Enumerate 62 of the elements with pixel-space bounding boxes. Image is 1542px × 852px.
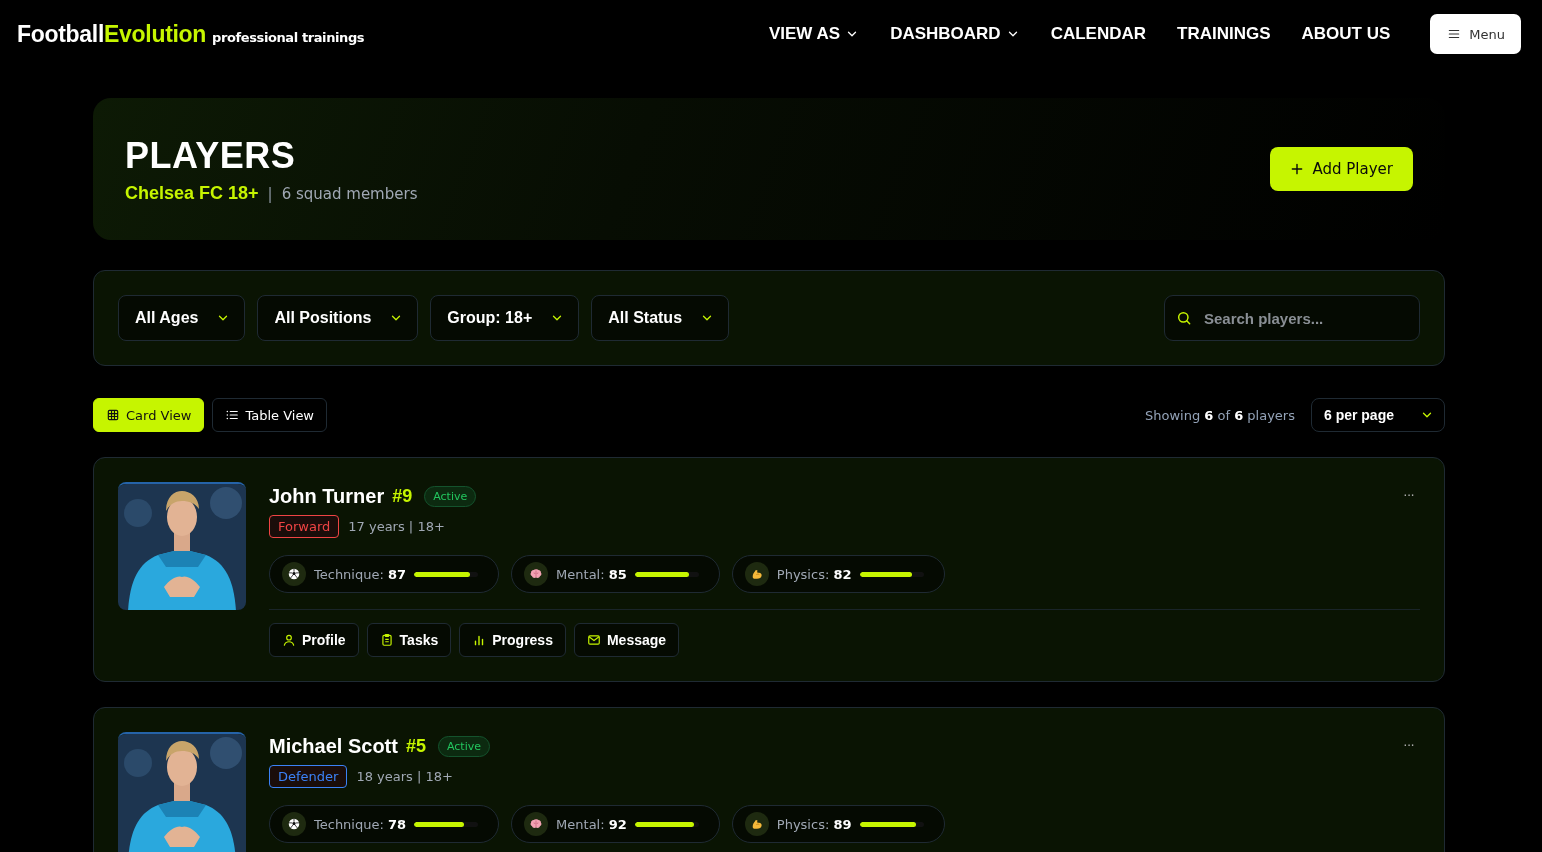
stat-label: Mental: 92 (556, 816, 627, 832)
player-name: John Turner (269, 484, 385, 508)
view-toggle[interactable]: Table View (212, 398, 327, 432)
filter-dropdown[interactable]: Group: 18+ (430, 295, 580, 341)
filter-dropdown[interactable]: All Positions (257, 295, 419, 341)
more-button[interactable]: ··· (1403, 736, 1414, 752)
search-field[interactable]: Search players... (1164, 295, 1420, 341)
more-button[interactable]: ··· (1403, 486, 1414, 502)
stat-bar (414, 571, 479, 577)
filter-dropdown[interactable]: All Ages (118, 295, 246, 341)
menu-button[interactable]: Menu (1430, 14, 1521, 54)
position-tag: Defender (269, 765, 348, 788)
soccer-ball-icon (287, 817, 301, 831)
action-button[interactable]: Message (573, 623, 680, 657)
stat-label: Technique: 78 (314, 816, 407, 832)
nav-link[interactable]: VIEW AS (768, 24, 860, 44)
add-player-button[interactable]: Add Player (1269, 147, 1413, 191)
status-badge: Active (437, 735, 490, 757)
logo-text[interactable]: FootballEvolution (17, 20, 207, 48)
action-button[interactable]: Progress (459, 623, 566, 657)
view-toggle[interactable]: Card View (93, 398, 205, 432)
brain-icon (529, 817, 544, 831)
stat-label: Technique: 87 (314, 566, 407, 582)
filter-dropdown[interactable]: All Status (591, 295, 730, 341)
result-count: Showing 6 of 6 players (1145, 407, 1295, 423)
separator: | (267, 184, 273, 203)
member-count: 6 squad members (281, 184, 418, 203)
jersey-number: #9 (392, 485, 413, 507)
brain-icon (529, 567, 544, 581)
nav-link[interactable]: CALENDAR (1050, 24, 1146, 44)
nav-link[interactable]: ABOUT US (1301, 24, 1391, 44)
stat-label: Physics: 82 (776, 566, 852, 582)
page-title: PLAYERS (125, 134, 297, 177)
envelope-icon (586, 633, 601, 647)
jersey-number: #5 (405, 735, 426, 757)
grid-icon (106, 408, 120, 422)
stat-label: Physics: 89 (776, 816, 852, 832)
position-tag: Forward (269, 515, 340, 538)
team-name: Chelsea FC 18+ (125, 182, 259, 204)
stat-label: Mental: 85 (556, 566, 627, 582)
action-button[interactable]: Tasks (366, 623, 452, 657)
tagline: professional trainings (212, 29, 365, 45)
stat-bar (634, 821, 699, 827)
status-badge: Active (424, 485, 477, 507)
stat-bar (634, 571, 699, 577)
soccer-ball-icon (287, 567, 301, 581)
clipboard-icon (379, 633, 394, 647)
per-page-dropdown[interactable]: 6 per page (1310, 398, 1445, 432)
list-icon (225, 408, 240, 422)
stat-bar (414, 821, 479, 827)
menu-icon (1447, 27, 1462, 41)
person-icon (282, 633, 296, 647)
stat-bar (859, 821, 924, 827)
age-group: 17 years | 18+ (348, 519, 445, 534)
player-name: Michael Scott (269, 734, 398, 758)
stat-bar (859, 571, 924, 577)
age-group: 18 years | 18+ (356, 769, 453, 784)
action-button[interactable]: Profile (269, 623, 359, 657)
search-icon (1176, 310, 1192, 326)
nav-link[interactable]: TRAININGS (1177, 24, 1271, 44)
nav-link[interactable]: DASHBOARD (890, 24, 1020, 44)
plus-icon (1289, 162, 1304, 176)
